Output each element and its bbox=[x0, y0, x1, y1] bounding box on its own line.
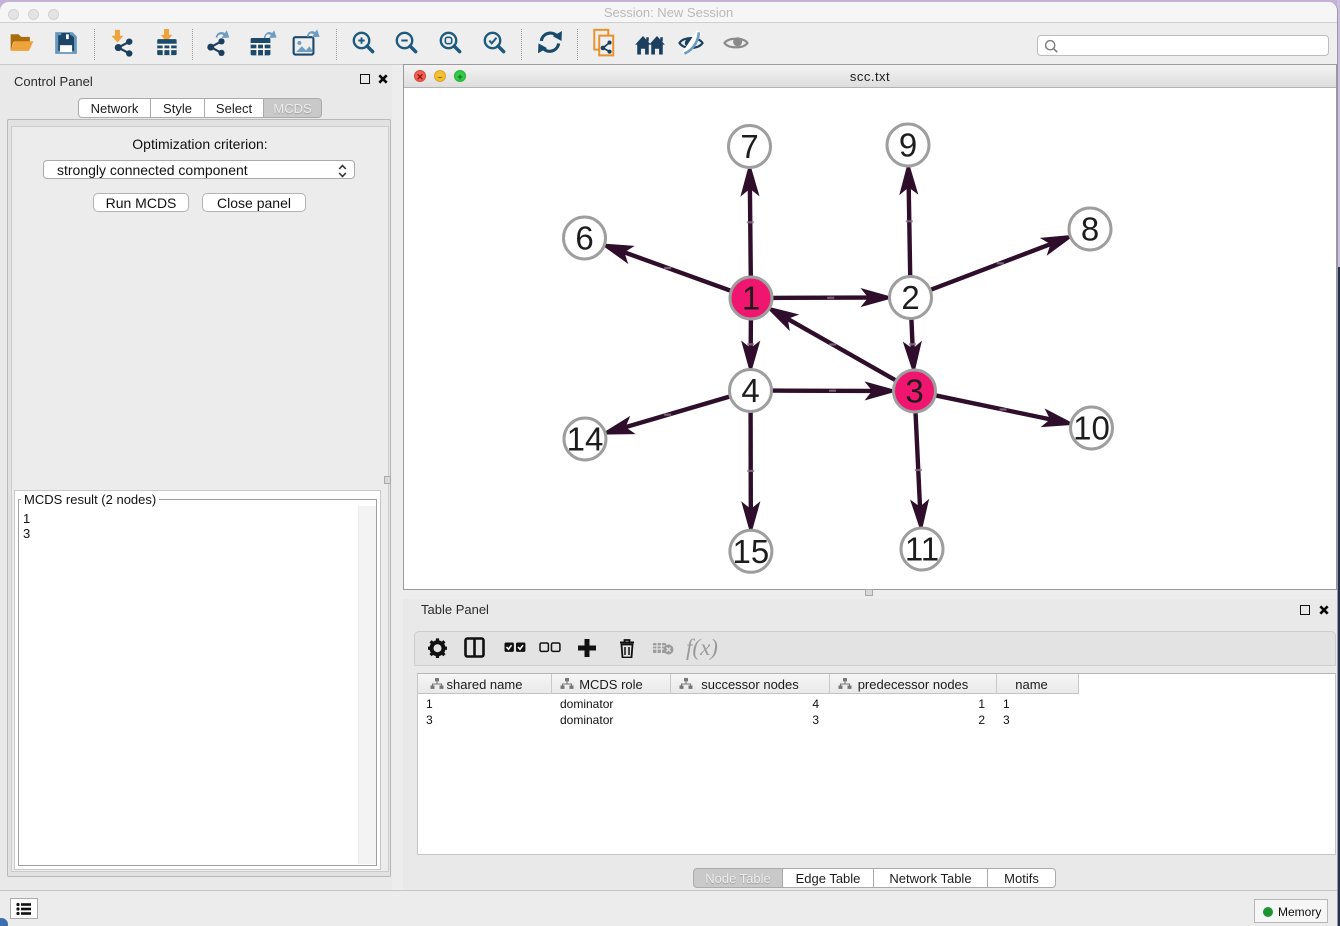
svg-text:1: 1 bbox=[742, 280, 760, 317]
svg-text:10: 10 bbox=[1073, 410, 1110, 447]
svg-text:15: 15 bbox=[733, 533, 770, 570]
svg-text:11: 11 bbox=[905, 531, 939, 568]
svg-text:8: 8 bbox=[1081, 211, 1099, 248]
svg-text:4: 4 bbox=[741, 372, 759, 409]
svg-text:6: 6 bbox=[575, 220, 593, 257]
svg-text:2: 2 bbox=[901, 279, 919, 316]
svg-text:9: 9 bbox=[899, 127, 917, 164]
svg-text:14: 14 bbox=[567, 421, 604, 458]
svg-text:7: 7 bbox=[740, 128, 758, 165]
svg-text:3: 3 bbox=[905, 373, 923, 410]
